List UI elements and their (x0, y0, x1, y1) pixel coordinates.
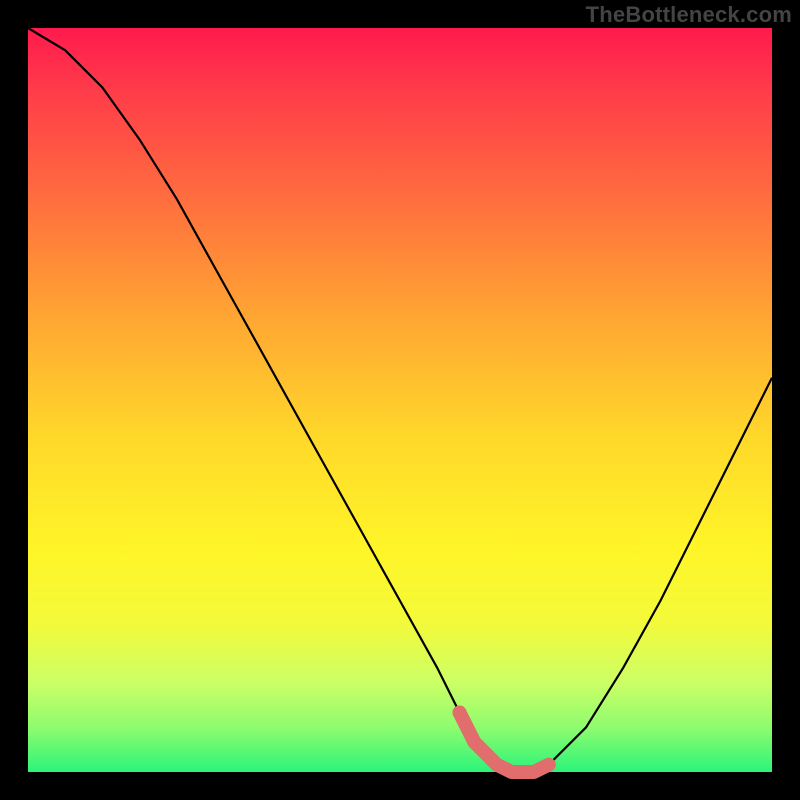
bottleneck-curve (28, 28, 772, 772)
chart-svg (28, 28, 772, 772)
optimal-range-highlight (460, 713, 549, 773)
watermark-text: TheBottleneck.com (586, 2, 792, 28)
optimal-range-marker (453, 706, 467, 720)
chart-container: TheBottleneck.com (0, 0, 800, 800)
